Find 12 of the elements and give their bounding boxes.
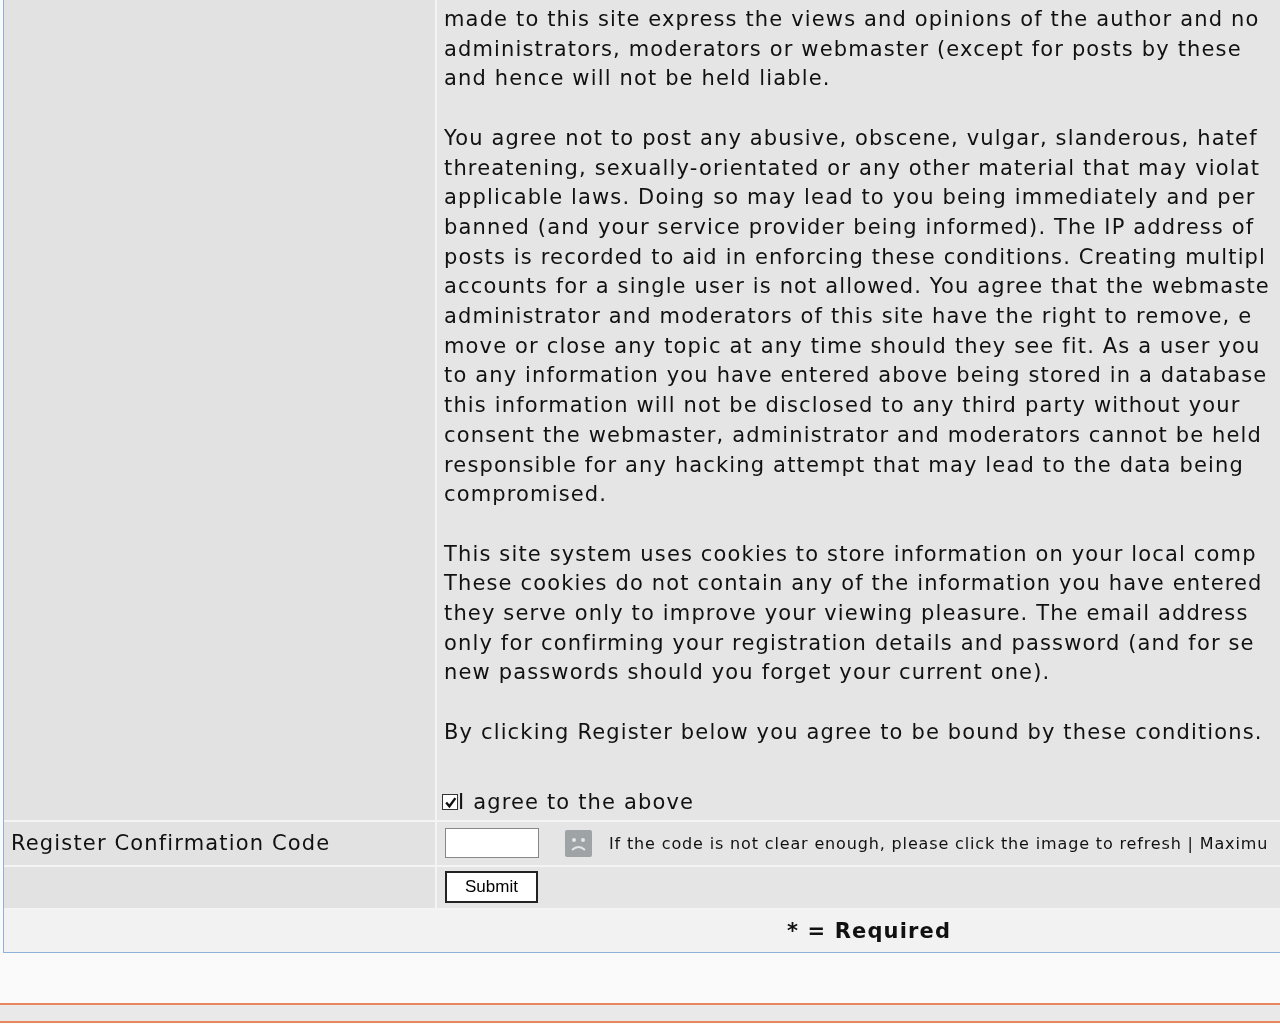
agree-checkbox[interactable] bbox=[442, 793, 458, 810]
field-label: Register Confirmation Code bbox=[11, 831, 331, 856]
checkbox-label: I agree to the above bbox=[458, 789, 695, 814]
terms-paragraph: By clicking Register below you agree to be bound by these conditions. bbox=[444, 718, 1264, 746]
terms-paragraph: This site system uses cookies to store information on your local comp These cookies do not contain any of the information you have entered they serve only to improve your viewing pleasure. The email address only for confirming your registration details and password (and for se new passwords should you forget your current one). bbox=[444, 540, 1264, 687]
terms-paragraph: made to this site express the views and opinions of the author and no administrators, moderators or webmaster (except for posts by these and hence will not be held liable. bbox=[444, 6, 1261, 93]
captcha-image-icon[interactable] bbox=[565, 829, 592, 857]
submit-button[interactable]: Submit bbox=[445, 871, 538, 904]
confirmation-code-field[interactable] bbox=[445, 828, 539, 859]
terms-paragraph: You agree not to post any abusive, obscene, vulgar, slanderous, hatef threatening, sexually-orientated or any other material that may violat applicable laws. Doing so may lead to you being immediately and per banned (and your service provider being informed). The IP address of posts is recorded to aid in enforcing these conditions. Creating multipl accounts for a single user is not allowed. You agree that the webmaste administrator and moderators of this site have the right to remove, e move or close any topic at any time should they see fit. As a user you to any information you have entered above being stored in a database this information will not be disclosed to any third party without your consent the webmaster, administrator and moderators cannot be held responsible for any hacking attempt that may lead to the data being compromised. bbox=[444, 124, 1271, 509]
captcha-hint: If the code is not clear enough, please click the image to refresh | Maximu bbox=[609, 833, 1269, 853]
required-note: * = Required bbox=[786, 918, 952, 943]
